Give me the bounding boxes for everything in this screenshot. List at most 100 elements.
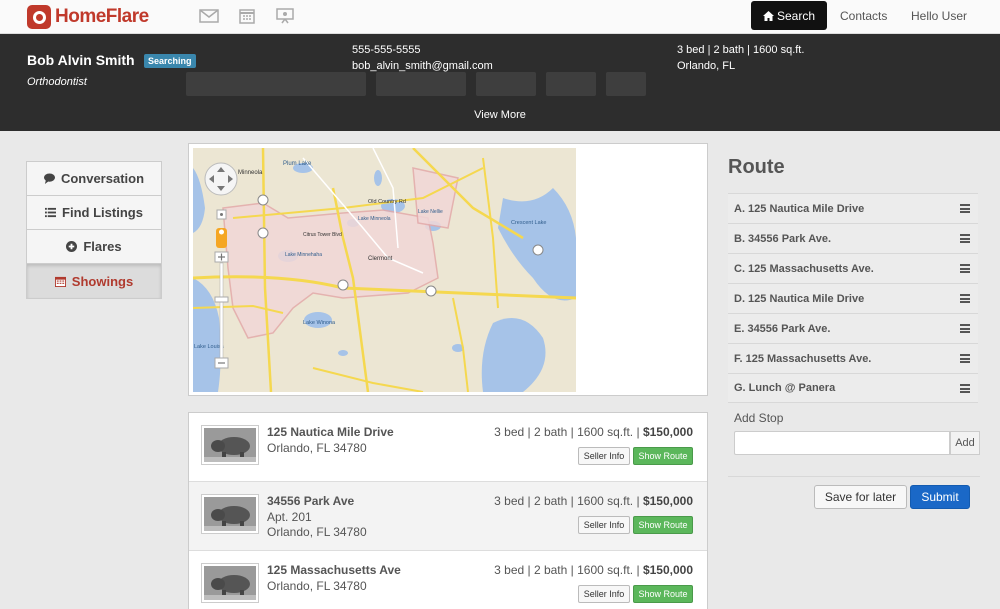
route-stop-label: D. 125 Nautica Mile Drive	[734, 292, 865, 305]
route-stop[interactable]: F. 125 Massachusetts Ave.	[728, 343, 978, 373]
route-stop[interactable]: E. 34556 Park Ave.	[728, 313, 978, 343]
route-stop[interactable]: B. 34556 Park Ave.	[728, 223, 978, 253]
route-stop-label: F. 125 Massachusetts Ave.	[734, 352, 872, 365]
listing-photo[interactable]	[201, 563, 259, 603]
save-for-later-button[interactable]: Save for later	[814, 485, 907, 509]
user-menu[interactable]: Hello User	[911, 9, 967, 23]
client-phone: 555-555-5555	[352, 44, 421, 56]
route-stop-label: E. 34556 Park Ave.	[734, 322, 831, 335]
listing-unit: Apt. 201	[267, 510, 312, 524]
drag-handle-icon[interactable]	[960, 324, 970, 333]
listing-price: $150,000	[642, 425, 693, 439]
brand-name: HomeFlare	[55, 6, 149, 27]
route-stop-label: A. 125 Nautica Mile Drive	[734, 202, 865, 215]
client-email[interactable]: bob_alvin_smith@gmail.com	[352, 60, 493, 72]
add-stop-button[interactable]: Add	[950, 431, 980, 455]
route-stop[interactable]: A. 125 Nautica Mile Drive	[728, 193, 978, 223]
route-stop[interactable]: G. Lunch @ Panera	[728, 373, 978, 403]
map-label: Old Country Rd	[368, 199, 406, 205]
tab-flares[interactable]: Flares	[27, 230, 161, 264]
map-label: Lake Winona	[303, 320, 336, 326]
route-map[interactable]: Minneola Plum Lake Citrus Tower Blvd Old…	[193, 148, 576, 392]
seller-info-button[interactable]: Seller Info	[578, 447, 630, 465]
calendar-icon	[54, 276, 66, 287]
contacts-link[interactable]: Contacts	[840, 9, 887, 23]
route-stop[interactable]: D. 125 Nautica Mile Drive	[728, 283, 978, 313]
listing-city: Orlando, FL 34780	[267, 525, 367, 539]
map-pan-control[interactable]	[204, 162, 238, 196]
search-button[interactable]: Search	[751, 1, 827, 30]
route-stop-label: C. 125 Massachusetts Ave.	[734, 262, 874, 275]
map-marker[interactable]	[532, 244, 544, 256]
listing-address[interactable]: 125 Nautica Mile Drive	[267, 425, 394, 439]
drag-handle-icon[interactable]	[960, 234, 970, 243]
route-stop-label: G. Lunch @ Panera	[734, 382, 836, 394]
listing-address[interactable]: 34556 Park Ave	[267, 494, 354, 508]
home-icon	[762, 10, 774, 21]
map-label: Lake Minneola	[358, 216, 391, 222]
map-marker[interactable]	[257, 227, 269, 239]
add-stop-input[interactable]	[734, 431, 950, 455]
status-badge: Searching	[144, 54, 196, 68]
map-label: Minneola	[238, 170, 263, 176]
map-marker[interactable]	[425, 285, 437, 297]
map-canvas[interactable]: Minneola Plum Lake Citrus Tower Blvd Old…	[193, 148, 576, 392]
client-occupation: Orthodontist	[27, 76, 87, 88]
drag-handle-icon[interactable]	[960, 264, 970, 273]
seller-info-button[interactable]: Seller Info	[578, 516, 630, 534]
listing-city: Orlando, FL 34780	[267, 441, 367, 455]
tab-label: Conversation	[60, 171, 145, 186]
client-location: Orlando, FL	[677, 60, 736, 72]
logo-icon	[27, 5, 51, 29]
drag-handle-icon[interactable]	[960, 384, 970, 393]
show-route-button[interactable]: Show Route	[633, 447, 693, 465]
route-stop-list: A. 125 Nautica Mile Drive B. 34556 Park …	[728, 193, 978, 403]
add-stop-label: Add Stop	[734, 411, 784, 425]
map-marker[interactable]	[257, 194, 269, 206]
seller-info-button[interactable]: Seller Info	[578, 585, 630, 603]
presentation-icon[interactable]	[275, 8, 295, 24]
list-icon	[45, 207, 57, 218]
tab-label: Find Listings	[62, 205, 143, 220]
map-label: Lake Nellie	[418, 209, 443, 215]
listing-city: Orlando, FL 34780	[267, 579, 367, 593]
tab-label: Showings	[71, 273, 134, 289]
listing-specs: 3 bed | 2 bath | 1600 sq.ft. | $150,000	[494, 563, 693, 577]
background-filters	[186, 72, 726, 102]
map-label: Citrus Tower Blvd	[303, 232, 342, 238]
mail-icon[interactable]	[199, 8, 219, 24]
listing-price: $150,000	[642, 494, 693, 508]
show-route-button[interactable]: Show Route	[633, 585, 693, 603]
map-panel: Minneola Plum Lake Citrus Tower Blvd Old…	[188, 143, 708, 396]
map-label: Crescent Lake	[511, 220, 546, 226]
listing-specs: 3 bed | 2 bath | 1600 sq.ft. | $150,000	[494, 494, 693, 508]
submit-button[interactable]: Submit	[910, 485, 970, 509]
drag-handle-icon[interactable]	[960, 294, 970, 303]
drag-handle-icon[interactable]	[960, 354, 970, 363]
listing-photo[interactable]	[201, 494, 259, 534]
calendar-icon[interactable]	[237, 8, 257, 24]
drag-handle-icon[interactable]	[960, 204, 970, 213]
client-name: Bob Alvin Smith	[27, 52, 135, 68]
tab-showings[interactable]: Showings	[27, 264, 161, 298]
tab-find-listings[interactable]: Find Listings	[27, 196, 161, 230]
search-label: Search	[776, 8, 816, 23]
map-label: Clermont	[368, 256, 393, 262]
listing-row[interactable]: 34556 Park Ave Apt. 201 Orlando, FL 3478…	[189, 482, 707, 551]
show-route-button[interactable]: Show Route	[633, 516, 693, 534]
listing-price: $150,000	[642, 563, 693, 577]
route-stop-label: B. 34556 Park Ave.	[734, 232, 832, 245]
tab-label: Flares	[83, 239, 122, 254]
view-more-link[interactable]: View More	[0, 109, 1000, 121]
listing-address[interactable]: 125 Massachusetts Ave	[267, 563, 401, 577]
listing-photo[interactable]	[201, 425, 259, 465]
listing-row[interactable]: 125 Massachusetts Ave Orlando, FL 34780 …	[189, 551, 707, 609]
listing-row[interactable]: 125 Nautica Mile Drive Orlando, FL 34780…	[189, 413, 707, 482]
brand-logo[interactable]: HomeFlare	[27, 5, 149, 29]
map-label: Plum Lake	[283, 161, 312, 167]
map-marker[interactable]	[337, 279, 349, 291]
listing-specs-text: 3 bed | 2 bath | 1600 sq.ft. |	[494, 563, 640, 577]
listing-specs-text: 3 bed | 2 bath | 1600 sq.ft. |	[494, 425, 640, 439]
route-stop[interactable]: C. 125 Massachusetts Ave.	[728, 253, 978, 283]
tab-conversation[interactable]: Conversation	[27, 162, 161, 196]
